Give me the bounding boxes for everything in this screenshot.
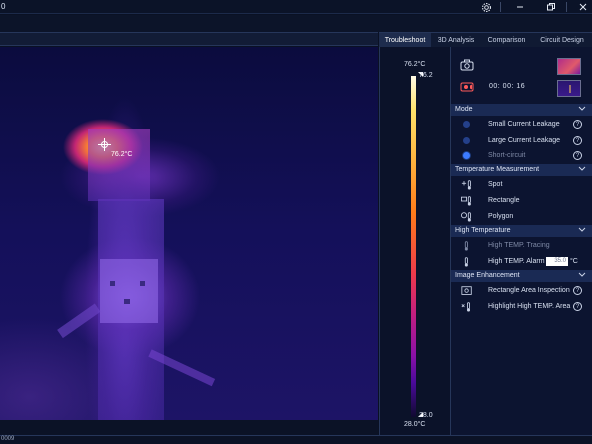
chevron-down-icon[interactable] — [578, 164, 586, 176]
enhancement-label: Rectangle Area Inspection — [488, 287, 570, 294]
title-text: 0 — [1, 2, 6, 11]
scale-min-value: 28.0 — [419, 412, 433, 419]
tab-circuit-design[interactable]: Circuit Design — [532, 33, 592, 48]
video-thumbnail[interactable] — [557, 80, 581, 97]
rectangle-thermometer-icon — [461, 195, 473, 206]
close-icon[interactable] — [576, 1, 590, 13]
mode-label: Small Current Leakage — [488, 121, 560, 128]
info-icon[interactable]: ? — [573, 136, 582, 145]
section-high-temp-title: High Temperature — [455, 227, 511, 234]
section-mode[interactable]: Mode — [451, 104, 592, 116]
section-temperature-measurement[interactable]: Temperature Measurement — [451, 164, 592, 176]
photo-row — [451, 55, 592, 77]
measure-polygon[interactable]: Polygon — [451, 209, 592, 224]
spot-temperature-label: 76.2°C — [111, 151, 133, 158]
mode-label: Short-circuit — [488, 152, 526, 159]
rectangle-area-icon — [461, 285, 473, 296]
rectangle-area-inspection[interactable]: Rectangle Area Inspection ? — [451, 283, 592, 298]
measure-label: Polygon — [488, 213, 514, 220]
title-separator — [500, 2, 501, 12]
viewer-footer — [0, 420, 378, 435]
chevron-down-icon[interactable] — [578, 104, 586, 116]
temperature-scale-panel: 76.2°C 76.2 28.0 28.0°C — [379, 47, 451, 435]
mode-short-circuit[interactable]: Short-circuit ? — [451, 148, 592, 163]
measure-label: Spot — [488, 181, 503, 188]
scale-bottom-label: 28.0°C — [404, 421, 426, 428]
tab-troubleshoot[interactable]: Troubleshoot — [379, 33, 431, 48]
minimize-icon[interactable] — [513, 1, 527, 13]
section-image-enhancement-title: Image Enhancement — [455, 272, 520, 279]
alarm-threshold-input[interactable]: 35.0 — [546, 257, 568, 266]
chevron-down-icon[interactable] — [578, 270, 586, 282]
viewer-header — [0, 32, 378, 46]
camera-icon[interactable] — [460, 59, 474, 71]
enhancement-label: Highlight High TEMP. Area — [488, 303, 571, 310]
mode-large-current-leakage[interactable]: Large Current Leakage ? — [451, 133, 592, 148]
scale-top-label: 76.2°C — [404, 61, 426, 68]
high-temp-tracing-label: High TEMP. Tracing — [488, 242, 550, 249]
section-mode-title: Mode — [455, 106, 473, 113]
troubleshoot-panel: 00: 00: 16 Mode Small Current Leakage ? … — [451, 47, 592, 435]
high-temp-alarm-label: High TEMP. Alarm — [488, 258, 545, 265]
alarm-unit-label: °C — [570, 258, 578, 265]
alarm-thermometer-icon — [461, 256, 473, 267]
measure-spot[interactable]: Spot — [451, 177, 592, 192]
tab-comparison[interactable]: Comparison — [481, 33, 532, 48]
radio-icon[interactable] — [463, 121, 470, 128]
tab-bar: Troubleshoot 3D Analysis Comparison Circ… — [379, 32, 592, 48]
restore-icon[interactable] — [544, 1, 558, 13]
cable-shape — [57, 303, 101, 339]
thermal-image[interactable]: 76.2°C — [0, 47, 378, 420]
highlight-thermometer-icon — [461, 301, 473, 312]
title-bar: 0 — [0, 0, 592, 14]
info-icon[interactable]: ? — [573, 302, 582, 311]
section-high-temperature[interactable]: High Temperature — [451, 225, 592, 237]
high-temp-tracing[interactable]: High TEMP. Tracing — [451, 238, 592, 253]
info-icon[interactable]: ? — [573, 286, 582, 295]
color-scale-bar — [411, 76, 416, 417]
box-shape — [100, 259, 158, 323]
spot-thermometer-icon — [461, 179, 473, 190]
radio-icon[interactable] — [463, 152, 470, 159]
scale-max-value: 76.2 — [419, 72, 433, 79]
mode-small-current-leakage[interactable]: Small Current Leakage ? — [451, 117, 592, 132]
info-icon[interactable]: ? — [573, 151, 582, 160]
gear-icon[interactable] — [479, 1, 493, 13]
spot-crosshair-icon[interactable] — [98, 138, 111, 151]
highlight-high-temp-area[interactable]: Highlight High TEMP. Area ? — [451, 299, 592, 314]
tracing-thermometer-icon — [461, 240, 473, 251]
video-row: 00: 00: 16 — [451, 77, 592, 99]
info-icon[interactable]: ? — [573, 120, 582, 129]
photo-thumbnail[interactable] — [557, 58, 581, 75]
record-timer: 00: 00: 16 — [489, 83, 526, 90]
toolbar-area — [0, 15, 592, 32]
tab-3d-analysis[interactable]: 3D Analysis — [431, 33, 481, 48]
radio-icon[interactable] — [463, 137, 470, 144]
record-icon[interactable] — [460, 81, 474, 93]
high-temp-alarm[interactable]: High TEMP. Alarm 35.0 °C — [451, 254, 592, 269]
chevron-down-icon[interactable] — [578, 225, 586, 237]
title-separator — [566, 2, 567, 12]
measure-rectangle[interactable]: Rectangle — [451, 193, 592, 208]
section-temperature-title: Temperature Measurement — [455, 166, 540, 173]
section-image-enhancement[interactable]: Image Enhancement — [451, 270, 592, 282]
status-text: 0009 — [1, 436, 15, 442]
measure-label: Rectangle — [488, 197, 520, 204]
status-bar: 0009 — [0, 435, 592, 444]
mode-label: Large Current Leakage — [488, 137, 560, 144]
polygon-thermometer-icon — [461, 211, 473, 222]
